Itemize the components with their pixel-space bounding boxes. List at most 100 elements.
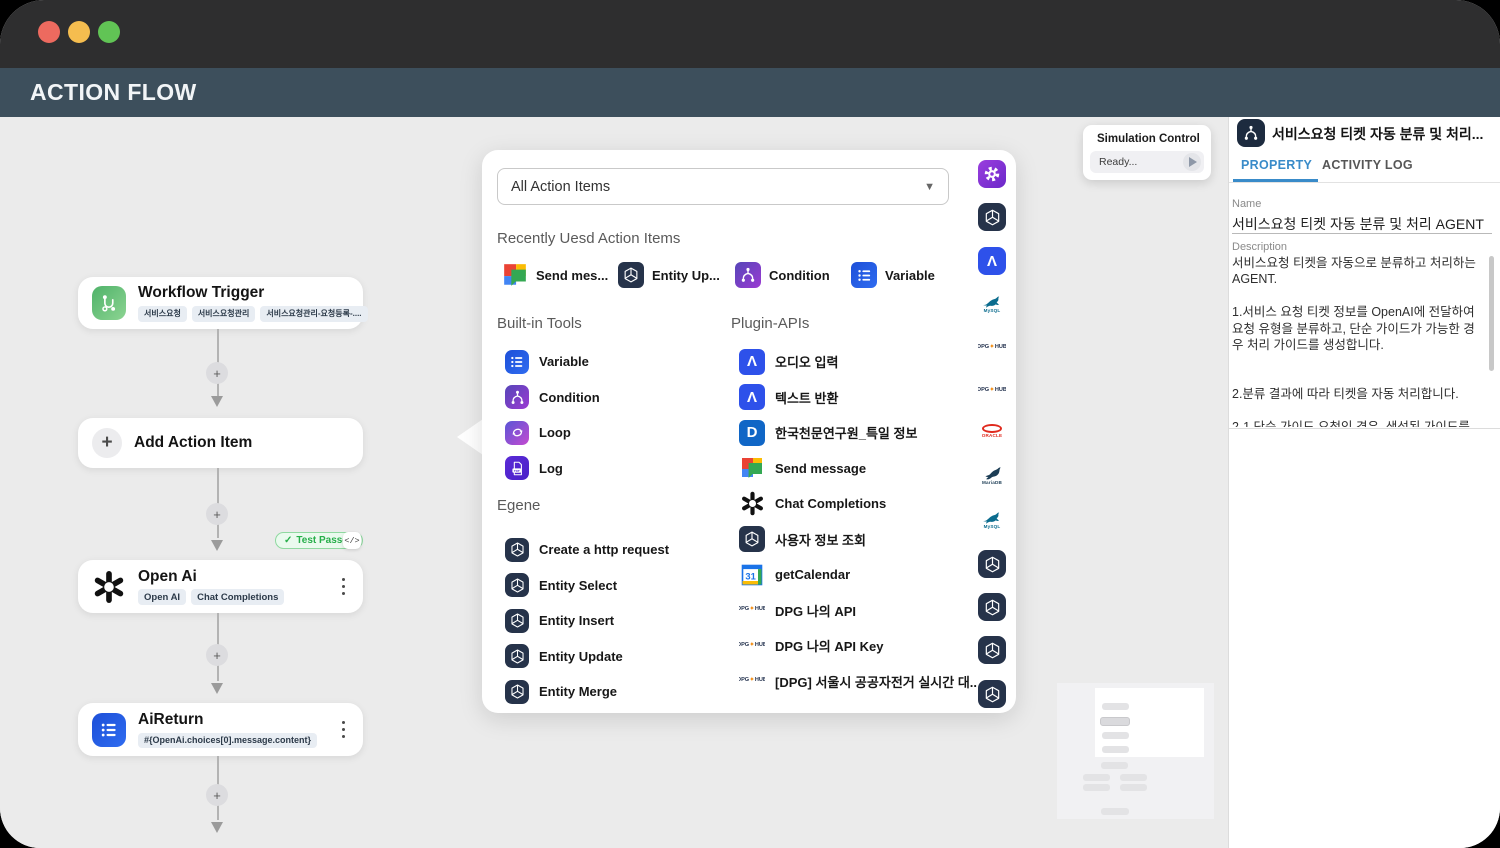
- egene-cube-icon: [505, 680, 529, 704]
- variable-icon: [851, 262, 877, 288]
- egene-list: Create a http request Entity Select Enti…: [505, 532, 669, 710]
- plugin-item[interactable]: Send message: [739, 451, 977, 487]
- node-tag: 서비스요청: [138, 306, 187, 322]
- egene-cube-icon: [505, 538, 529, 562]
- kasi-d-icon: D: [739, 420, 765, 446]
- egene-cube-icon: [618, 262, 644, 288]
- plugin-item[interactable]: Λ 텍스트 반환: [739, 380, 977, 416]
- tab-divider: [1229, 182, 1500, 183]
- play-button[interactable]: [1183, 153, 1201, 171]
- variable-icon: [505, 350, 529, 374]
- plugin-item[interactable]: Chat Completions: [739, 486, 977, 522]
- name-label: Name: [1232, 198, 1261, 210]
- node-open-ai[interactable]: Open Ai Open AI Chat Completions: [78, 560, 363, 613]
- plugin-item[interactable]: DPG✦HUB DPG 나의 API: [739, 593, 977, 629]
- name-value[interactable]: 서비스요청 티켓 자동 분류 및 처리 AGENT: [1232, 214, 1484, 234]
- builtin-item[interactable]: Log: [505, 451, 600, 487]
- node-tag: 서비스요청관리: [192, 306, 256, 322]
- google-calendar-icon: [739, 562, 765, 588]
- recent-item[interactable]: Condition: [735, 262, 830, 288]
- dpg-hub-icon: DPG✦HUB: [739, 597, 765, 623]
- close-window-button[interactable]: [38, 21, 60, 43]
- maximize-window-button[interactable]: [98, 21, 120, 43]
- egene-cube-icon[interactable]: [978, 593, 1006, 621]
- egene-cube-icon[interactable]: [978, 203, 1006, 231]
- gear-icon[interactable]: [978, 160, 1006, 188]
- lambda-icon: Λ: [739, 349, 765, 375]
- egene-heading: Egene: [497, 497, 540, 514]
- description-label: Description: [1232, 241, 1287, 253]
- builtin-item[interactable]: Variable: [505, 344, 600, 380]
- description-scrollbar[interactable]: [1489, 256, 1494, 371]
- popup-pointer: [457, 419, 483, 455]
- dpg-hub-icon: DPG✦HUB: [739, 633, 765, 659]
- plugin-heading: Plugin-APIs: [731, 315, 809, 332]
- plugin-item[interactable]: 사용자 정보 조회: [739, 522, 977, 558]
- connector-arrow-icon: [211, 540, 223, 551]
- node-title: Add Action Item: [134, 434, 351, 452]
- plugin-item[interactable]: DPG✦HUB DPG 나의 API Key: [739, 628, 977, 664]
- egene-item[interactable]: Entity Select: [505, 568, 669, 604]
- description-divider: [1229, 428, 1500, 429]
- egene-cube-icon[interactable]: [978, 550, 1006, 578]
- plugin-item[interactable]: Λ 오디오 입력: [739, 344, 977, 380]
- mariadb-icon[interactable]: MariaDB: [978, 462, 1006, 490]
- plugin-item[interactable]: getCalendar: [739, 557, 977, 593]
- insert-step-button[interactable]: +: [206, 503, 228, 525]
- egene-cube-icon: [505, 573, 529, 597]
- mysql-icon[interactable]: MySQL: [978, 290, 1006, 318]
- tab-activity-log[interactable]: ACTIVITY LOG: [1322, 158, 1413, 172]
- app-header: ACTION FLOW: [0, 68, 1500, 117]
- app-window: ACTION FLOW Workflow Trigger 서비스요청 서비스요청…: [0, 0, 1500, 848]
- window-controls: [38, 21, 120, 43]
- egene-cube-icon[interactable]: [978, 636, 1006, 664]
- check-icon: ✓: [284, 535, 292, 546]
- builtin-list: Variable Condition Loop Log: [505, 344, 600, 486]
- node-menu-button[interactable]: [335, 575, 351, 597]
- recent-item[interactable]: Variable: [851, 262, 935, 288]
- plugin-list: Λ 오디오 입력 Λ 텍스트 반환 D 한국천문연구원_특일 정보 Send m…: [739, 344, 977, 699]
- node-add-action-item[interactable]: + Add Action Item: [78, 418, 363, 468]
- egene-cube-icon[interactable]: [978, 680, 1006, 708]
- insert-step-button[interactable]: +: [206, 784, 228, 806]
- window-titlebar: [0, 0, 1500, 68]
- dpg-hub-icon[interactable]: DPG✦HUB: [978, 377, 1006, 405]
- egene-cube-icon: [739, 526, 765, 552]
- plugin-item[interactable]: DPG✦HUB [DPG] 서울시 공공자전거 실시간 대..: [739, 664, 977, 700]
- builtin-item[interactable]: Loop: [505, 415, 600, 451]
- node-workflow-trigger[interactable]: Workflow Trigger 서비스요청 서비스요청관리 서비스요청관리-요…: [78, 277, 363, 329]
- egene-item[interactable]: Entity Insert: [505, 603, 669, 639]
- recent-item[interactable]: Entity Up...: [618, 262, 720, 288]
- code-view-button[interactable]: </>: [343, 532, 361, 549]
- connector-arrow-icon: [211, 683, 223, 694]
- insert-step-button[interactable]: +: [206, 362, 228, 384]
- minimize-window-button[interactable]: [68, 21, 90, 43]
- node-title: Workflow Trigger: [138, 284, 351, 302]
- action-items-popup: All Action Items ▼ Recently Uesd Action …: [482, 150, 1016, 713]
- description-value[interactable]: 서비스요청 티켓을 자동으로 분류하고 처리하는 AGENT. 1.서비스 요청…: [1232, 255, 1484, 427]
- egene-item[interactable]: Entity Merge: [505, 674, 669, 710]
- google-chat-icon: [739, 455, 765, 481]
- builtin-item[interactable]: Condition: [505, 380, 600, 416]
- action-filter-select[interactable]: All Action Items ▼: [497, 168, 949, 205]
- tab-property[interactable]: PROPERTY: [1241, 158, 1312, 172]
- connector-arrow-icon: [211, 822, 223, 833]
- log-icon: [505, 456, 529, 480]
- variable-list-icon: [92, 713, 126, 747]
- oracle-icon[interactable]: ORACLE: [978, 417, 1006, 445]
- egene-item[interactable]: Entity Update: [505, 639, 669, 675]
- egene-item[interactable]: Create a http request: [505, 532, 669, 568]
- node-tag: Open AI: [138, 589, 186, 605]
- plus-icon: +: [92, 428, 122, 458]
- insert-step-button[interactable]: +: [206, 644, 228, 666]
- recent-item[interactable]: Send mes...: [502, 262, 608, 288]
- dpg-hub-icon[interactable]: DPG✦HUB: [978, 334, 1006, 362]
- node-title: Open Ai: [138, 568, 335, 586]
- plugin-item[interactable]: D 한국천문연구원_특일 정보: [739, 415, 977, 451]
- dpg-hub-icon: DPG✦HUB: [739, 668, 765, 694]
- workflow-trigger-icon: [92, 286, 126, 320]
- node-ai-return[interactable]: AiReturn #{OpenAi.choices[0].message.con…: [78, 703, 363, 756]
- node-menu-button[interactable]: [335, 718, 351, 740]
- mysql-icon[interactable]: MySQL: [978, 506, 1006, 534]
- lambda-icon[interactable]: Λ: [978, 247, 1006, 275]
